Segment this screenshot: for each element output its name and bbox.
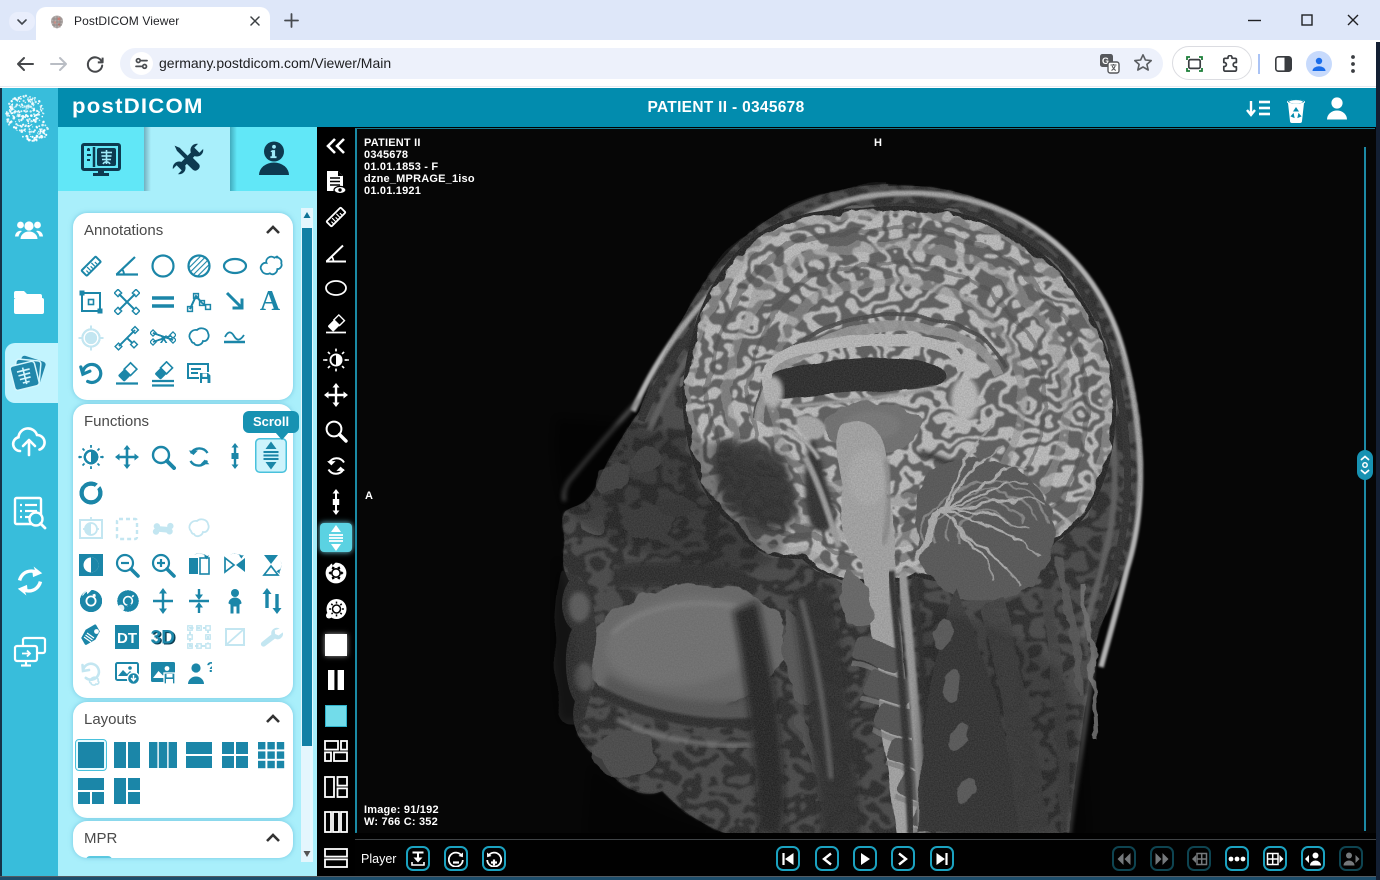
svg-text:DT: DT (117, 630, 137, 647)
svg-text:A: A (260, 287, 281, 315)
svg-text:3D: 3D (151, 627, 175, 648)
svg-text:?: ? (207, 660, 213, 676)
svg-text:X: X (160, 334, 168, 346)
